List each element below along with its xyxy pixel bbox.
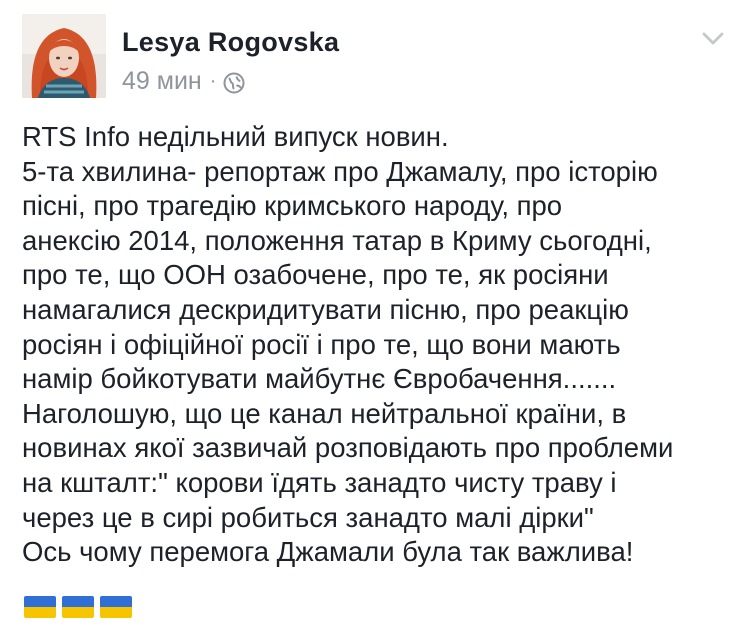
post-meta: 49 мин · xyxy=(122,65,245,97)
post-text: RTS Info недільний випуск новин. 5-та хви… xyxy=(22,120,734,570)
post-text-line: намір бойкотувати майбутнє Євробачення..… xyxy=(22,363,617,395)
post-text-line: анексію 2014, положення татар в Криму сь… xyxy=(22,224,652,256)
post-text-line: 5-та хвилина- репортаж про Джамалу, про … xyxy=(22,155,658,187)
post-text-line: намагалися дескридитувати пісню, про реа… xyxy=(22,293,629,325)
author-name[interactable]: Lesya Rogovska xyxy=(122,24,339,60)
ukraine-flag-icon xyxy=(62,596,94,618)
post-text-line: на кшталт:" корови їдять занадто чисту т… xyxy=(22,466,617,498)
post-timestamp[interactable]: 49 мин xyxy=(122,65,202,97)
post-text-line: росіян і офіційної росії і про те, що во… xyxy=(22,328,621,360)
profile-photo-icon xyxy=(22,14,106,98)
post-text-line: про те, що ООН озабочене, про те, як рос… xyxy=(22,259,609,291)
post-text-line: RTS Info недільний випуск новин. xyxy=(22,121,449,152)
post-text-line: через це в сирі робиться занадто малі ді… xyxy=(22,501,594,533)
post-text-line: Наголошую, що це канал нейтральної країн… xyxy=(22,397,627,429)
chevron-down-icon[interactable] xyxy=(697,28,729,50)
ukraine-flag-icon xyxy=(24,596,56,618)
flag-emojis xyxy=(24,596,132,618)
author-avatar[interactable] xyxy=(22,14,106,98)
globe-icon[interactable] xyxy=(223,70,245,94)
post-text-line: пісні, про трагедію кримського народу, п… xyxy=(22,190,563,222)
meta-separator: · xyxy=(209,70,217,92)
post-text-line: Ось чому перемога Джамали була так важли… xyxy=(22,536,634,568)
facebook-post: Lesya Rogovska 49 мин · RTS Info недільн… xyxy=(0,0,745,642)
ukraine-flag-icon xyxy=(100,596,132,618)
post-text-line: новинах якої зазвичай розповідають про п… xyxy=(22,432,674,464)
